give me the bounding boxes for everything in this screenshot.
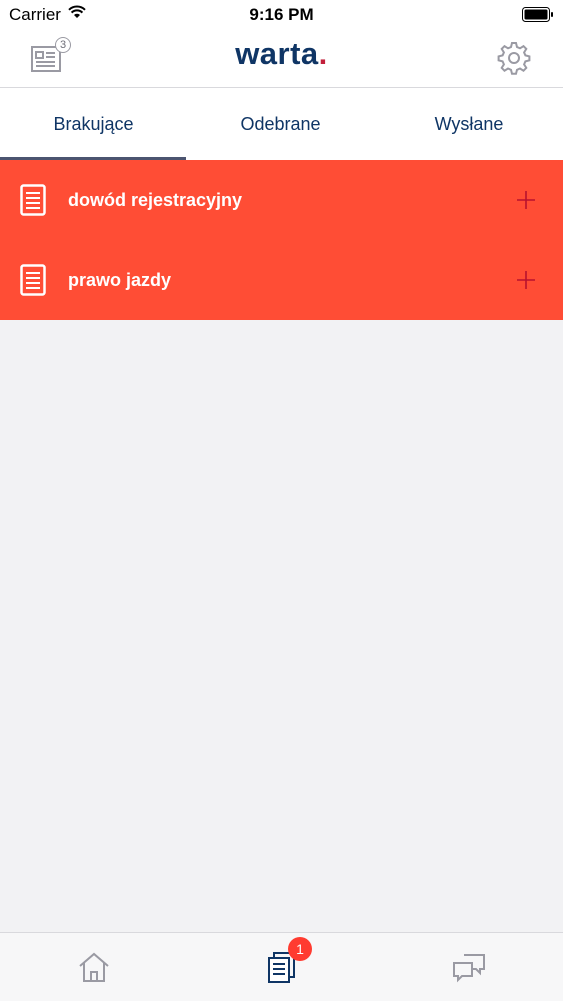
logo-dot: . [318,36,328,71]
battery-icon [522,7,553,22]
settings-button[interactable] [496,40,532,76]
status-time: 9:16 PM [249,5,314,24]
gear-icon [497,42,531,75]
documents-count-badge: 1 [288,937,312,961]
home-icon [79,952,109,982]
warta-logo: warta. [0,36,563,72]
nav-bar: 3 warta. [0,30,563,88]
tab-home[interactable] [76,949,112,985]
tab-messages[interactable] [451,949,487,985]
tab-odebrane[interactable]: Odebrane [187,88,374,160]
plus-icon[interactable] [514,268,538,292]
list-item[interactable]: prawo jazdy [0,240,563,320]
status-bar: Carrier 9:16 PM [0,0,563,30]
plus-icon[interactable] [514,188,538,212]
bottom-tab-bar: 1 [0,932,563,1001]
document-label: prawo jazdy [68,270,172,290]
document-label: dowód rejestracyjny [68,190,243,210]
segment-tabs: Brakujące Odebrane Wysłane [0,88,563,160]
list-item[interactable]: dowód rejestracyjny [0,160,563,241]
missing-documents-list: dowód rejestracyjny prawo jazdy [0,160,563,320]
document-icon [20,264,46,296]
chat-icon [453,954,485,983]
logo-text: warta [235,36,319,71]
tab-wyslane[interactable]: Wysłane [375,88,563,160]
document-icon [20,184,46,216]
tab-brakujace[interactable]: Brakujące [0,88,187,160]
